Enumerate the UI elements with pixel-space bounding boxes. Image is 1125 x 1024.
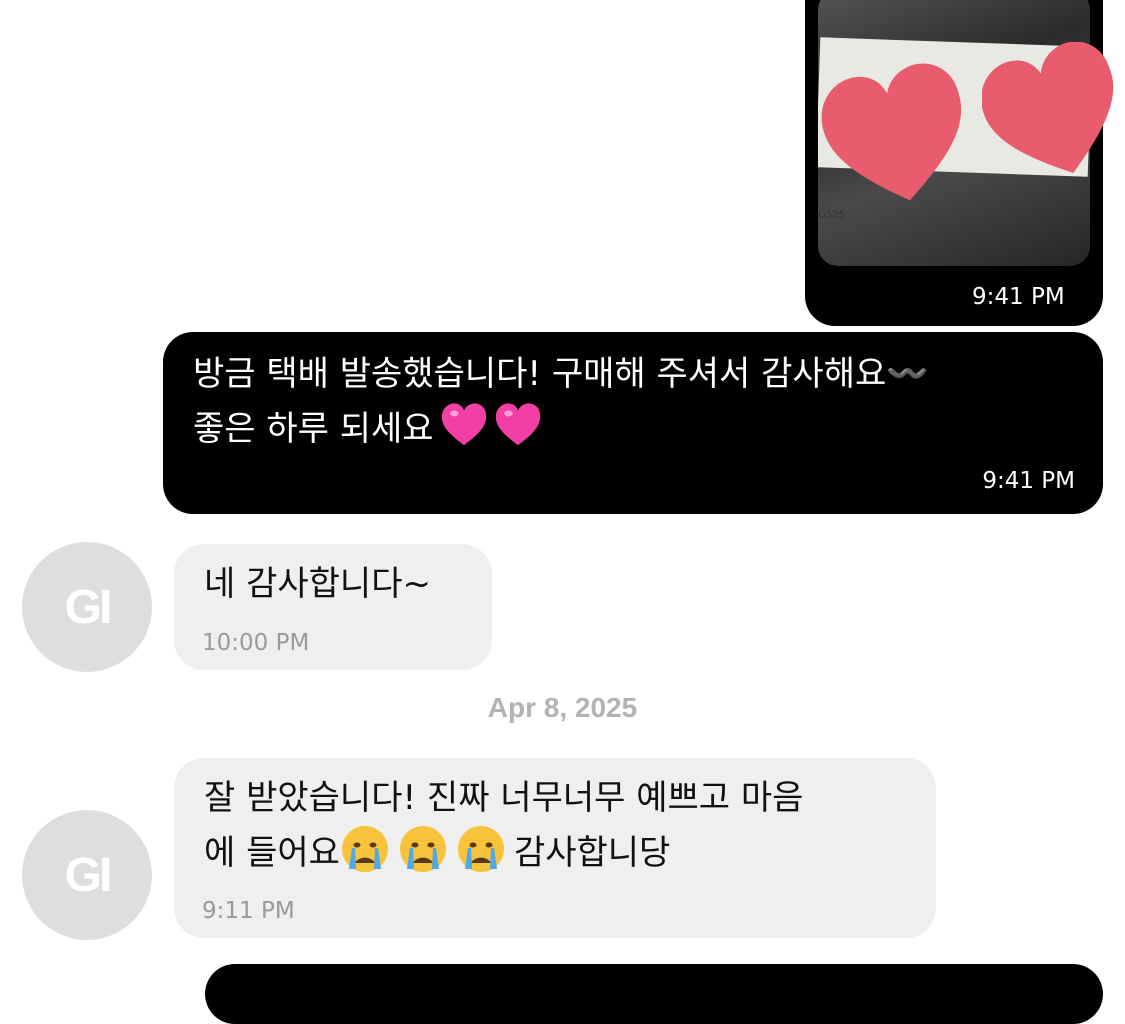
incoming-message-time: 9:11 PM bbox=[202, 898, 295, 924]
photo-message-time: 9:41 PM bbox=[972, 284, 1065, 310]
incoming-message-line2-after: 감사합니당 bbox=[513, 833, 671, 873]
heart-emoji bbox=[495, 403, 540, 446]
outgoing-message-time: 9:41 PM bbox=[982, 468, 1075, 494]
outgoing-message-bubble-partial[interactable] bbox=[205, 964, 1103, 1024]
avatar-initials: GI bbox=[64, 580, 113, 634]
avatar-initials: GI bbox=[64, 848, 113, 902]
crying-face-emoji bbox=[457, 826, 504, 872]
crying-face-emoji bbox=[341, 826, 388, 872]
outgoing-message-line2: 좋은 하루 되세요 bbox=[193, 400, 1075, 455]
incoming-message-time: 10:00 PM bbox=[202, 630, 310, 656]
label-text-store: GS25 bbox=[818, 209, 846, 222]
incoming-message-line1: 잘 받았습니다! 진짜 너무너무 예쁘고 마음 bbox=[204, 778, 804, 818]
incoming-message-line2: 에 들어요 감사합니당 bbox=[204, 824, 908, 879]
incoming-message-line2-text: 에 들어요 bbox=[204, 833, 340, 873]
outgoing-message-bubble[interactable]: 방금 택배 발송했습니다! 구매해 주셔서 감사해요〰️ 좋은 하루 되세요 9… bbox=[163, 332, 1103, 514]
crying-face-emoji bbox=[399, 826, 446, 872]
avatar[interactable]: GI bbox=[22, 542, 152, 672]
avatar[interactable]: GI bbox=[22, 810, 152, 940]
incoming-message-bubble[interactable]: 네 감사합니다~ 10:00 PM bbox=[174, 544, 492, 670]
date-separator: Apr 8, 2025 bbox=[487, 692, 638, 723]
outgoing-message-line2-text: 좋은 하루 되세요 bbox=[193, 409, 434, 449]
incoming-message-bubble[interactable]: 잘 받았습니다! 진짜 너무너무 예쁘고 마음 에 들어요 감사합니당 9:11 … bbox=[174, 758, 936, 938]
heart-sticker-right bbox=[982, 42, 1114, 173]
incoming-message-text: 네 감사합니다~ bbox=[204, 564, 431, 604]
heart-sticker-left bbox=[821, 63, 962, 201]
outgoing-message-line1: 방금 택배 발송했습니다! 구매해 주셔서 감사해요〰️ bbox=[193, 354, 929, 394]
heart-emoji bbox=[441, 403, 486, 446]
